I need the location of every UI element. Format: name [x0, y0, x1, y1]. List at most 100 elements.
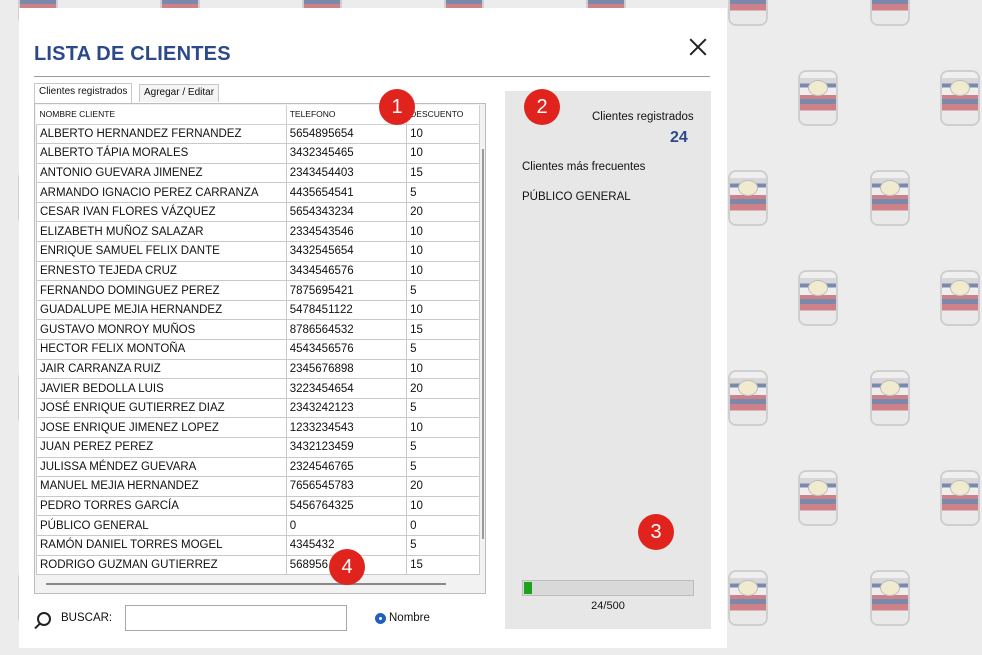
cell-phone[interactable]: 3432545654: [285, 241, 408, 262]
cell-phone[interactable]: 2324546765: [285, 456, 408, 478]
cell-phone[interactable]: 3223454654: [285, 378, 408, 399]
table-row[interactable]: CESAR IVAN FLORES VÁZQUEZ 5654343234 20: [36, 201, 480, 223]
cell-name[interactable]: JOSE ENRIQUE JIMENEZ LOPEZ: [36, 417, 287, 438]
table-row[interactable]: PÚBLICO GENERAL 0 0: [36, 515, 480, 536]
table-row[interactable]: GUSTAVO MONROY MUÑOS 8786564532 15: [36, 319, 480, 341]
cell-discount[interactable]: 20: [406, 378, 480, 399]
cell-discount[interactable]: 20: [406, 201, 480, 223]
column-header-discount[interactable]: DESCUENTO: [406, 105, 480, 125]
table-row[interactable]: JAIR CARRANZA RUIZ 2345676898 10: [36, 358, 480, 380]
cell-discount[interactable]: 5: [406, 280, 480, 301]
cell-phone[interactable]: 5654343234: [285, 201, 408, 223]
cell-name[interactable]: GUSTAVO MONROY MUÑOS: [36, 319, 287, 341]
table-row[interactable]: JUAN PEREZ PEREZ 3432123459 5: [36, 437, 480, 458]
cell-discount[interactable]: 10: [406, 123, 480, 145]
cell-discount[interactable]: 10: [406, 241, 480, 262]
cell-phone[interactable]: 2345676898: [285, 358, 408, 380]
cell-discount[interactable]: 0: [406, 515, 480, 536]
cell-phone[interactable]: 2343242123: [285, 397, 408, 419]
cell-phone[interactable]: 3432123459: [285, 437, 408, 458]
cell-discount[interactable]: 10: [406, 299, 480, 321]
cell-name[interactable]: JAVIER BEDOLLA LUIS: [36, 378, 287, 399]
cell-phone[interactable]: 0: [285, 515, 408, 536]
column-header-name[interactable]: NOMBRE CLIENTE: [36, 105, 287, 125]
cell-name[interactable]: ELIZABETH MUÑOZ SALAZAR: [36, 221, 287, 243]
cell-discount[interactable]: 15: [406, 319, 480, 341]
table-row[interactable]: MANUEL MEJIA HERNANDEZ 7656545783 20: [36, 476, 480, 497]
cell-phone[interactable]: 3434546576: [285, 260, 408, 282]
nombre-radio-label[interactable]: Nombre: [389, 612, 430, 624]
table-row[interactable]: ALBERTO HERNANDEZ FERNANDEZ 5654895654 10: [36, 123, 480, 145]
cell-name[interactable]: RODRIGO GUZMAN GUTIERREZ: [36, 554, 287, 575]
cell-discount[interactable]: 10: [406, 221, 480, 243]
cell-discount[interactable]: 10: [406, 358, 480, 380]
cell-discount[interactable]: 5: [406, 182, 480, 203]
cell-discount[interactable]: 5: [406, 339, 480, 360]
cell-phone[interactable]: 5654895654: [285, 123, 408, 145]
cell-name[interactable]: HECTOR FELIX MONTOÑA: [36, 339, 287, 360]
table-row[interactable]: ENRIQUE SAMUEL FELIX DANTE 3432545654 10: [36, 241, 480, 262]
table-row[interactable]: JULISSA MÉNDEZ GUEVARA 2324546765 5: [36, 456, 480, 478]
cell-name[interactable]: ERNESTO TEJEDA CRUZ: [36, 260, 287, 282]
horizontal-scrollbar[interactable]: [36, 576, 482, 592]
table-row[interactable]: HECTOR FELIX MONTOÑA 4543456576 5: [36, 339, 480, 360]
table-row[interactable]: ERNESTO TEJEDA CRUZ 3434546576 10: [36, 260, 480, 282]
cell-phone[interactable]: 1233234543: [285, 417, 408, 438]
cell-name[interactable]: MANUEL MEJIA HERNANDEZ: [36, 476, 287, 497]
table-row[interactable]: JOSÉ ENRIQUE GUTIERREZ DIAZ 2343242123 5: [36, 397, 480, 419]
cell-phone[interactable]: 5456764325: [285, 495, 408, 517]
cell-name[interactable]: ALBERTO HERNANDEZ FERNANDEZ: [36, 123, 287, 145]
cell-phone[interactable]: 2343454403: [285, 162, 408, 184]
cell-phone[interactable]: 5478451122: [285, 299, 408, 321]
cell-name[interactable]: GUADALUPE MEJIA HERNANDEZ: [36, 299, 287, 321]
cell-discount[interactable]: 10: [406, 143, 480, 164]
cell-name[interactable]: FERNANDO DOMINGUEZ PEREZ: [36, 280, 287, 301]
cell-name[interactable]: JULISSA MÉNDEZ GUEVARA: [36, 456, 287, 478]
cell-phone[interactable]: 4543456576: [285, 339, 408, 360]
table-row[interactable]: JOSE ENRIQUE JIMENEZ LOPEZ 1233234543 10: [36, 417, 480, 438]
table-row[interactable]: GUADALUPE MEJIA HERNANDEZ 5478451122 10: [36, 299, 480, 321]
close-icon[interactable]: [685, 36, 711, 62]
cell-name[interactable]: ARMANDO IGNACIO PEREZ CARRANZA: [36, 182, 287, 203]
cell-phone[interactable]: 2334543546: [285, 221, 408, 243]
cell-discount[interactable]: 10: [406, 495, 480, 517]
tab-clientes-registrados[interactable]: Clientes registrados: [34, 83, 133, 103]
table-row[interactable]: RODRIGO GUZMAN GUTIERREZ 568956 15: [36, 554, 480, 575]
cell-discount[interactable]: 10: [406, 417, 480, 438]
tab-agregar-editar[interactable]: Agregar / Editar: [139, 84, 220, 102]
cell-name[interactable]: JOSÉ ENRIQUE GUTIERREZ DIAZ: [36, 397, 287, 419]
cell-discount[interactable]: 15: [406, 554, 480, 575]
table-row[interactable]: JAVIER BEDOLLA LUIS 3223454654 20: [36, 378, 480, 399]
cell-name[interactable]: PEDRO TORRES GARCÍA: [36, 495, 287, 517]
cell-name[interactable]: JUAN PEREZ PEREZ: [36, 437, 287, 458]
vertical-scrollbar[interactable]: [482, 149, 484, 539]
cell-discount[interactable]: 20: [406, 476, 480, 497]
table-row[interactable]: PEDRO TORRES GARCÍA 5456764325 10: [36, 495, 480, 517]
cell-name[interactable]: ALBERTO TÁPIA MORALES: [36, 143, 287, 164]
cell-name[interactable]: PÚBLICO GENERAL: [36, 515, 287, 536]
table-row[interactable]: RAMÓN DANIEL TORRES MOGEL 4345432 5: [36, 534, 480, 556]
cell-discount[interactable]: 5: [406, 456, 480, 478]
table-row[interactable]: ELIZABETH MUÑOZ SALAZAR 2334543546 10: [36, 221, 480, 243]
cell-discount[interactable]: 5: [406, 437, 480, 458]
cell-name[interactable]: RAMÓN DANIEL TORRES MOGEL: [36, 534, 287, 556]
cell-discount[interactable]: 10: [406, 260, 480, 282]
cell-phone[interactable]: 4435654541: [285, 182, 408, 203]
table-row[interactable]: FERNANDO DOMINGUEZ PEREZ 7875695421 5: [36, 280, 480, 301]
cell-name[interactable]: ENRIQUE SAMUEL FELIX DANTE: [36, 241, 287, 262]
cell-name[interactable]: ANTONIO GUEVARA JIMENEZ: [36, 162, 287, 184]
search-input[interactable]: [125, 605, 347, 631]
table-row[interactable]: ALBERTO TÁPIA MORALES 3432345465 10: [36, 143, 480, 164]
cell-name[interactable]: JAIR CARRANZA RUIZ: [36, 358, 287, 380]
cell-phone[interactable]: 8786564532: [285, 319, 408, 341]
cell-name[interactable]: CESAR IVAN FLORES VÁZQUEZ: [36, 201, 287, 223]
cell-discount[interactable]: 5: [406, 534, 480, 556]
horizontal-scrollbar-thumb[interactable]: [46, 583, 446, 585]
table-row[interactable]: ARMANDO IGNACIO PEREZ CARRANZA 4435654541…: [36, 182, 480, 203]
cell-discount[interactable]: 5: [406, 397, 480, 419]
cell-phone[interactable]: 7656545783: [285, 476, 408, 497]
cell-phone[interactable]: 3432345465: [285, 143, 408, 164]
nombre-radio[interactable]: [375, 613, 386, 624]
cell-discount[interactable]: 15: [406, 162, 480, 184]
cell-phone[interactable]: 7875695421: [285, 280, 408, 301]
